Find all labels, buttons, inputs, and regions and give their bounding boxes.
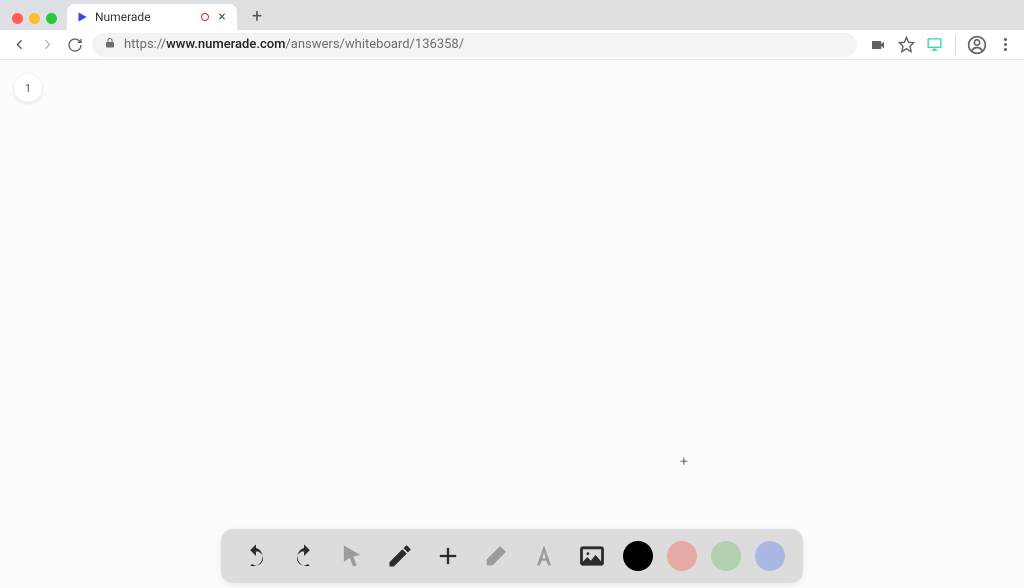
eraser-tool-button[interactable] — [479, 539, 513, 573]
tab-close-button[interactable]: × — [215, 10, 229, 24]
star-icon[interactable] — [895, 34, 917, 56]
favicon-icon — [75, 10, 89, 24]
window-close-button[interactable] — [12, 13, 23, 24]
url-scheme: https:// — [124, 37, 166, 52]
window-controls — [6, 13, 67, 30]
url-input[interactable]: https://www.numerade.com/answers/whitebo… — [92, 33, 857, 57]
add-tool-button[interactable] — [431, 539, 465, 573]
address-bar: https://www.numerade.com/answers/whitebo… — [0, 30, 1024, 60]
window-minimize-button[interactable] — [29, 13, 40, 24]
page-number-badge[interactable]: 1 — [14, 74, 42, 102]
color-green-swatch[interactable] — [711, 541, 741, 571]
browser-menu-button[interactable] — [994, 38, 1016, 51]
nav-reload-button[interactable] — [64, 34, 86, 56]
color-blue-swatch[interactable] — [755, 541, 785, 571]
window-fullscreen-button[interactable] — [46, 13, 57, 24]
page-number-label: 1 — [25, 82, 31, 95]
extensions-group — [867, 34, 1016, 56]
whiteboard-canvas[interactable]: 1 + — [0, 60, 1024, 588]
image-tool-button[interactable] — [575, 539, 609, 573]
tab-strip: Numerade × + — [0, 0, 1024, 30]
url-host: www.numerade.com — [166, 37, 285, 52]
color-black-swatch[interactable] — [623, 541, 653, 571]
pointer-tool-button[interactable] — [335, 539, 369, 573]
text-tool-button[interactable] — [527, 539, 561, 573]
color-red-swatch[interactable] — [667, 541, 697, 571]
screen-share-icon[interactable] — [923, 34, 945, 56]
redo-button[interactable] — [287, 539, 321, 573]
toolbar-divider — [955, 35, 956, 55]
camera-icon[interactable] — [867, 34, 889, 56]
profile-icon[interactable] — [966, 34, 988, 56]
undo-button[interactable] — [239, 539, 273, 573]
url-text: https://www.numerade.com/answers/whitebo… — [124, 37, 464, 52]
browser-tab[interactable]: Numerade × — [67, 4, 237, 30]
whiteboard-toolbar — [221, 529, 803, 583]
crosshair-cursor-icon: + — [680, 454, 688, 470]
tab-title: Numerade — [95, 10, 195, 24]
nav-forward-button[interactable] — [36, 34, 58, 56]
url-path: /answers/whiteboard/136358/ — [285, 37, 464, 52]
nav-back-button[interactable] — [8, 34, 30, 56]
recording-indicator-icon — [201, 13, 209, 21]
new-tab-button[interactable]: + — [245, 4, 269, 28]
lock-icon — [104, 37, 116, 53]
pencil-tool-button[interactable] — [383, 539, 417, 573]
